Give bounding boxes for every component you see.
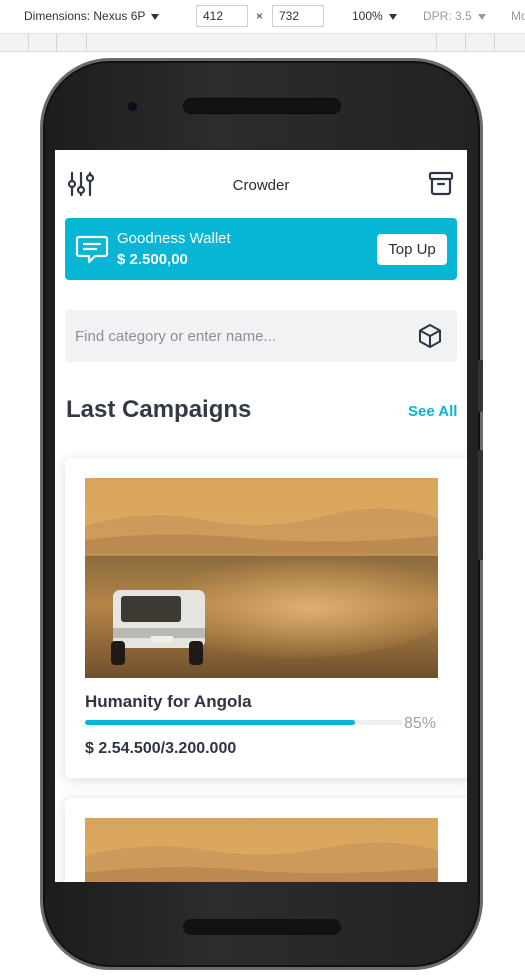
top-speaker: [183, 98, 341, 114]
campaign-title: Humanity for Angola: [85, 692, 252, 711]
app-header: Crowder: [55, 150, 467, 218]
ruler-tick: [494, 34, 495, 52]
progress-percent: 85%: [404, 715, 437, 732]
ruler-tick: [86, 34, 87, 52]
campaign-card[interactable]: [65, 798, 467, 882]
chevron-down-icon: [388, 13, 397, 20]
see-all-link[interactable]: See All: [408, 403, 457, 420]
chevron-down-icon: [151, 13, 160, 20]
wallet-name: Goodness Wallet: [117, 230, 231, 247]
search-bar: [65, 310, 457, 362]
section-title: Last Campaigns: [66, 396, 252, 423]
power-button: [478, 360, 483, 412]
volume-button: [478, 450, 483, 560]
dpr-label: DPR: 3.5: [423, 9, 472, 23]
campaign-image: [85, 818, 438, 882]
campaign-progress-bar: [85, 720, 403, 725]
top-up-button[interactable]: Top Up: [377, 234, 447, 265]
media-query-ruler[interactable]: [0, 34, 525, 52]
message-icon: [75, 232, 109, 266]
campaign-card[interactable]: Humanity for Angola 85% $ 2.54.500/3.200…: [65, 458, 467, 778]
zoom-label: 100%: [352, 9, 383, 23]
front-camera: [127, 101, 138, 112]
ruler-tick: [56, 34, 57, 52]
zoom-dropdown[interactable]: 100%: [352, 9, 397, 23]
device-dimensions-label: Dimensions: Nexus 6P: [24, 9, 146, 23]
ruler-tick: [436, 34, 437, 52]
app-title: Crowder: [232, 177, 290, 194]
bottom-speaker: [183, 919, 341, 935]
search-input[interactable]: [65, 310, 405, 362]
wallet-balance: $ 2.500,00: [117, 251, 188, 268]
chevron-down-icon: [477, 13, 486, 20]
devtools-toolbar: Dimensions: Nexus 6P × 100% DPR: 3.5 Mo: [0, 0, 525, 34]
campaign-image: [85, 478, 438, 678]
progress-fill: [85, 720, 356, 725]
ruler-tick: [28, 34, 29, 52]
device-dimensions-dropdown[interactable]: Dimensions: Nexus 6P: [24, 9, 160, 23]
device-height-input[interactable]: [272, 5, 324, 27]
app-screen: Crowder Goodness Wallet $ 2.500,00 Top U…: [55, 150, 467, 882]
dpr-dropdown[interactable]: DPR: 3.5: [423, 9, 486, 23]
ruler-tick: [465, 34, 466, 52]
campaign-amount: $ 2.54.500/3.200.000: [85, 740, 237, 757]
dimension-separator: ×: [256, 9, 264, 23]
device-width-input[interactable]: [196, 5, 248, 27]
more-options-label[interactable]: Mo: [511, 9, 525, 23]
wallet-banner: Goodness Wallet $ 2.500,00 Top Up: [65, 218, 457, 280]
archive-icon[interactable]: [427, 170, 455, 198]
cube-icon[interactable]: [417, 323, 443, 349]
